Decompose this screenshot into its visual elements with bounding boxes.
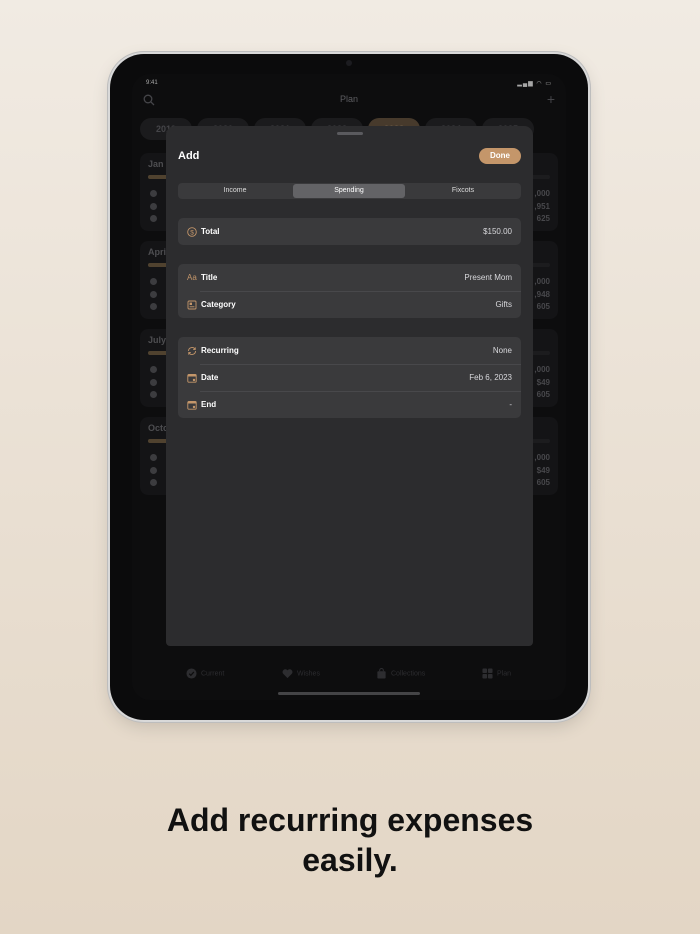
calendar-icon: [187, 374, 197, 383]
total-value: $150.00: [483, 227, 512, 236]
svg-text:$: $: [190, 229, 194, 236]
category-value: Gifts: [495, 300, 512, 309]
segment-income[interactable]: Income: [179, 184, 291, 198]
date-value: Feb 6, 2023: [469, 373, 512, 382]
schedule-group: Recurring None Date Feb 6, 2023 End -: [178, 337, 521, 418]
category-icon: [187, 300, 197, 310]
sheet-title: Add: [178, 150, 200, 162]
dollar-circle-icon: $: [187, 227, 197, 237]
total-group: $ Total $150.00: [178, 218, 521, 245]
repeat-icon: [188, 347, 196, 355]
segment-fixcots[interactable]: Fixcots: [407, 184, 519, 198]
recurring-row[interactable]: Recurring None: [178, 337, 521, 364]
details-group: Aa Title Present Mom Category Gifts: [178, 264, 521, 318]
done-button[interactable]: Done: [479, 148, 521, 164]
date-row[interactable]: Date Feb 6, 2023: [178, 364, 521, 391]
category-row[interactable]: Category Gifts: [178, 291, 521, 318]
calendar-end-icon: [187, 401, 197, 410]
total-row[interactable]: $ Total $150.00: [178, 218, 521, 245]
marketing-caption: Add recurring expenses easily.: [0, 800, 700, 880]
type-segmented-control: Income Spending Fixcots: [178, 183, 521, 199]
title-row[interactable]: Aa Title Present Mom: [178, 264, 521, 291]
end-value: -: [509, 400, 512, 409]
text-format-icon: Aa: [187, 273, 197, 282]
add-sheet: Add Done Income Spending Fixcots $ Total…: [166, 126, 533, 646]
sheet-grabber[interactable]: [336, 132, 363, 135]
end-label: End: [201, 400, 217, 409]
caption-line-1: Add recurring expenses: [166, 802, 534, 838]
app-screen: 9:41 ▂▄▆ ◠ ▭ Plan + 2019 2020 2021 2022 …: [132, 74, 566, 700]
ipad-device: 9:41 ▂▄▆ ◠ ▭ Plan + 2019 2020 2021 2022 …: [110, 54, 588, 720]
end-row[interactable]: End -: [178, 391, 521, 418]
title-label: Title: [201, 273, 218, 282]
title-value: Present Mom: [464, 273, 512, 282]
recurring-value: None: [492, 346, 512, 355]
recurring-label: Recurring: [201, 346, 239, 355]
front-camera: [346, 60, 352, 66]
date-label: Date: [201, 373, 219, 382]
category-label: Category: [201, 300, 236, 309]
segment-spending[interactable]: Spending: [293, 184, 405, 198]
total-label: Total: [201, 227, 220, 236]
caption-line-2: easily.: [302, 842, 398, 878]
